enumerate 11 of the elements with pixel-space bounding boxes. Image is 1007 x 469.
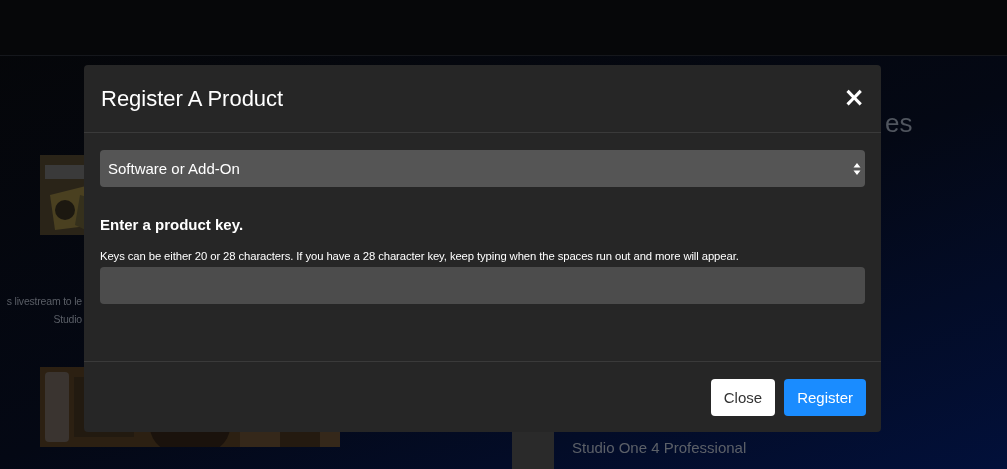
section-heading: es [885, 108, 913, 139]
field-label: Enter a product key. [100, 216, 245, 233]
modal-title: Register A Product [101, 85, 284, 112]
product-key-field[interactable] [100, 267, 865, 304]
product-type-select[interactable]: Software or Add-On [100, 150, 865, 187]
help-text: Keys can be either 20 or 28 characters. If you have a 28 character key, keep typing when the spaces run out and more will appear. [100, 250, 740, 262]
card-caption: Studio [53, 313, 82, 325]
close-button[interactable]: Close [710, 378, 776, 416]
card-caption: s livestream to le [6, 295, 82, 307]
up-down-arrows-icon [853, 161, 861, 176]
product-title: Studio One 4 Professional [572, 439, 747, 458]
